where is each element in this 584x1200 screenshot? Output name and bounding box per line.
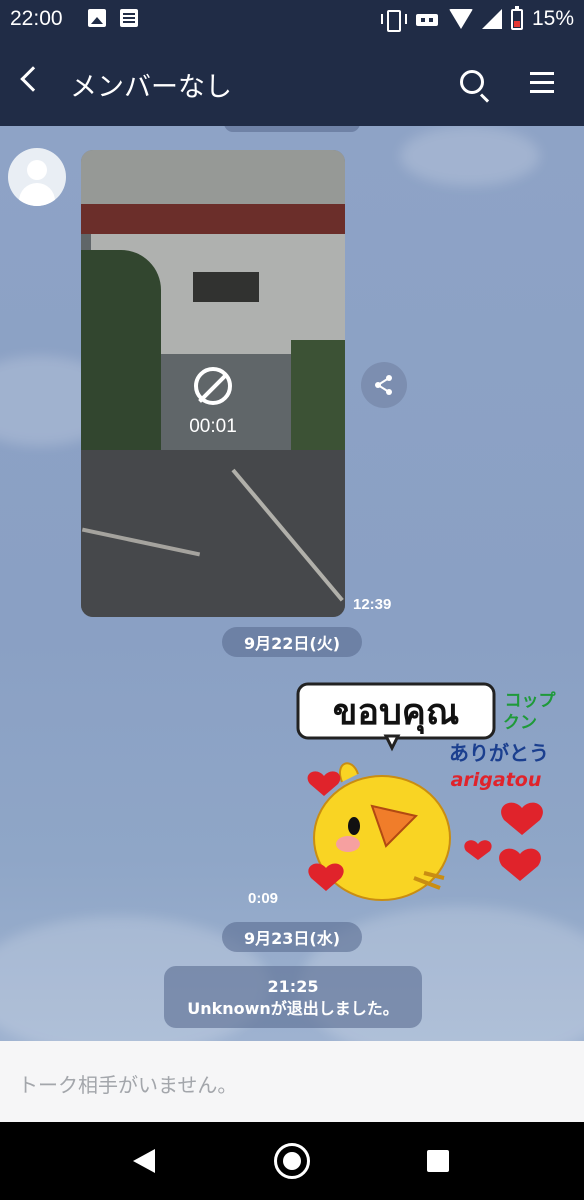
message-input-bar[interactable]: トーク相手がいません。	[0, 1041, 584, 1122]
nav-home-icon[interactable]	[274, 1143, 310, 1179]
message-time: 0:09	[248, 890, 279, 907]
vibrate-icon	[379, 9, 407, 32]
date-separator: 9月23日(水)	[222, 922, 362, 952]
status-bar: 22:00 15%	[0, 0, 584, 40]
battery-percent: 15%	[531, 7, 574, 30]
background-cloud	[400, 126, 540, 186]
menu-icon[interactable]	[530, 72, 554, 75]
status-time: 22:00	[10, 7, 63, 30]
sticker-katakana-text: コップ	[505, 690, 557, 711]
system-message-text: Unknownが退出しました。	[187, 999, 399, 1018]
sticker-katakana-text-2: クン	[503, 713, 537, 733]
image-notification-icon	[88, 9, 106, 27]
sticker-japanese-text: ありがとう	[449, 741, 549, 765]
avatar[interactable]	[8, 148, 66, 206]
sticker-romaji-text: arigatou	[451, 769, 542, 791]
input-placeholder: トーク相手がいません。	[18, 1073, 238, 1097]
status-right: 15%	[379, 5, 574, 32]
system-message: 21:25 Unknownが退出しました。	[164, 966, 422, 1028]
sticker-image[interactable]: ขอบคุณ コップ クン ありがとう arigatou	[294, 678, 564, 913]
system-message-time: 21:25	[267, 977, 319, 996]
chat-area[interactable]: 00:01 12:39 9月22日(火) 0:09 ขอบคุณ コップ クン …	[0, 126, 584, 1041]
robot-icon	[414, 9, 440, 29]
video-duration: 00:01	[189, 416, 237, 437]
signal-icon	[481, 9, 502, 29]
wifi-icon	[448, 9, 473, 29]
share-icon	[375, 375, 392, 395]
back-arrow-icon[interactable]	[20, 66, 46, 92]
date-separator: 9月22日(火)	[222, 627, 362, 657]
chat-title: メンバーなし	[70, 72, 232, 103]
sticker-thai-text: ขอบคุณ	[333, 692, 460, 735]
search-icon[interactable]	[460, 70, 484, 94]
message-notification-icon	[120, 9, 138, 27]
chat-header: メンバーなし	[0, 40, 584, 126]
navigation-bar	[0, 1122, 584, 1200]
nav-recents-icon[interactable]	[427, 1150, 449, 1172]
blocked-icon	[194, 367, 232, 405]
video-thumbnail[interactable]: 00:01	[81, 150, 345, 617]
message-time: 12:39	[353, 596, 392, 613]
nav-back-icon[interactable]	[133, 1149, 155, 1173]
share-button[interactable]	[361, 362, 407, 408]
date-pill-partial	[224, 126, 360, 132]
battery-icon	[510, 5, 523, 30]
notification-icons	[88, 9, 138, 27]
